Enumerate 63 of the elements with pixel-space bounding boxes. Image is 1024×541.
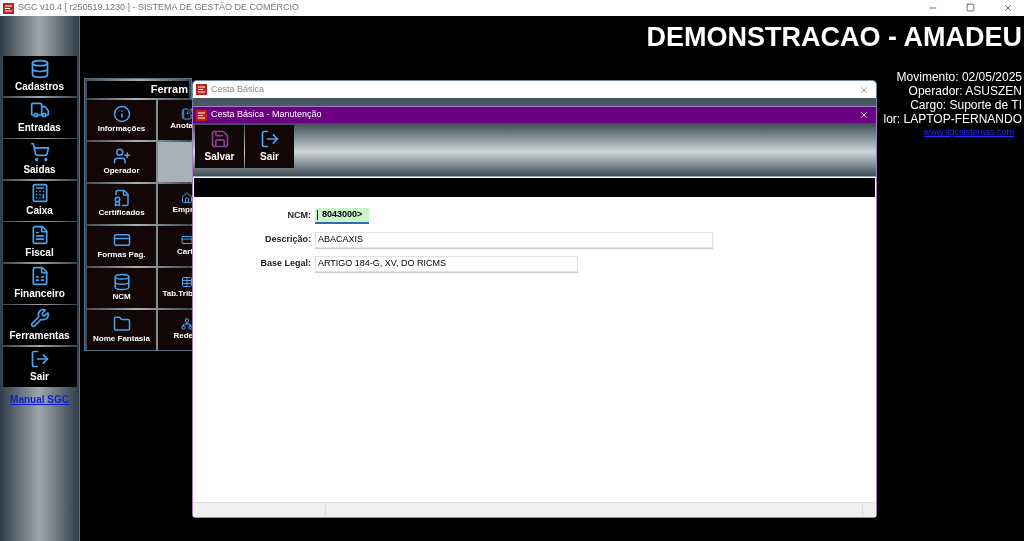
empty-tile xyxy=(158,142,193,182)
sidebar-button[interactable]: Cadastros xyxy=(2,56,77,96)
text-field[interactable]: ARTIGO 184-G, XV, DO RICMS xyxy=(315,256,578,272)
database-icon xyxy=(112,273,131,291)
database-icon xyxy=(29,58,50,79)
field-label: NCM: xyxy=(286,209,311,223)
toolbar-button[interactable]: Sair xyxy=(245,125,294,168)
company-name: DEMONSTRACAO - AMADEU xyxy=(646,21,1022,54)
sidebar-button[interactable]: Ferramentas xyxy=(2,305,77,345)
text-field[interactable]: 8043000> xyxy=(315,208,369,224)
folder-icon xyxy=(112,315,131,333)
close-icon[interactable] xyxy=(1003,3,1013,13)
info-icon xyxy=(112,105,131,123)
tool-button[interactable]: NCM xyxy=(87,268,156,308)
field-label: Descrição: xyxy=(263,233,311,247)
window-title: SGC v10.4 [ r250519.1230 ] - SISTEMA DE GESTÃO DE COMÉRCIO xyxy=(18,1,300,15)
text-cursor-icon xyxy=(317,210,318,220)
sidebar-button[interactable]: Fiscal xyxy=(2,222,77,262)
field-value: 8043000> xyxy=(322,208,363,222)
truck-icon xyxy=(29,100,50,120)
field-label: Base Legal: xyxy=(259,257,311,271)
maximize-icon[interactable] xyxy=(966,3,975,12)
sidebar-button[interactable]: Saidas xyxy=(2,139,77,179)
sidebar-button[interactable]: Sair xyxy=(2,346,77,387)
info-text: Operador: ASUSZEN xyxy=(908,84,1022,98)
card-icon xyxy=(181,234,193,246)
table-icon xyxy=(181,276,193,288)
close-icon[interactable] xyxy=(859,110,869,120)
network-icon xyxy=(181,318,193,330)
tool-button[interactable]: Rede xyxy=(158,310,193,350)
tool-button[interactable]: Anota xyxy=(158,100,193,140)
exit-icon xyxy=(259,129,280,149)
toolbar-button[interactable]: Salvar xyxy=(195,125,244,168)
exit-icon xyxy=(29,349,50,369)
sidebar-button[interactable]: Caixa xyxy=(2,180,77,221)
user-add-icon xyxy=(112,147,131,165)
info-text: lor: LAPTOP-FERNANDO xyxy=(883,112,1022,126)
field-value: ABACAXIS xyxy=(318,233,364,247)
tool-button[interactable]: Nome Fantasia xyxy=(87,310,156,350)
certificate-icon xyxy=(112,189,131,207)
app-logo-icon xyxy=(196,109,207,121)
panel-header: Ferram xyxy=(87,81,189,98)
tool-button[interactable]: Empr xyxy=(158,184,193,224)
info-text: Movimento: 02/05/2025 xyxy=(896,70,1022,84)
info-text: Cargo: Suporte de TI xyxy=(910,98,1022,112)
tool-button[interactable]: Informações xyxy=(87,100,156,140)
window-title: Cesta Básica xyxy=(211,82,265,96)
sidebar-button[interactable]: Financeiro xyxy=(2,263,77,304)
tool-button[interactable]: Formas Pag. xyxy=(87,226,156,266)
tool-button[interactable]: Operador xyxy=(87,142,156,182)
wrench-icon xyxy=(29,307,50,328)
house-icon xyxy=(181,192,193,204)
floppy-icon xyxy=(209,129,230,149)
tool-button[interactable]: Certificados xyxy=(87,184,156,224)
notebook-icon xyxy=(181,108,193,120)
card-icon xyxy=(112,231,131,249)
sidebar-button[interactable]: Entradas xyxy=(2,97,77,138)
tool-button[interactable]: Tab.Trib xyxy=(158,268,193,308)
app-logo-icon xyxy=(196,84,207,95)
window-title: Cesta Básica - Manutenção xyxy=(211,108,322,122)
text-field[interactable]: ABACAXIS xyxy=(315,232,713,248)
field-value: ARTIGO 184-G, XV, DO RICMS xyxy=(318,257,447,271)
cart-icon xyxy=(29,141,50,162)
